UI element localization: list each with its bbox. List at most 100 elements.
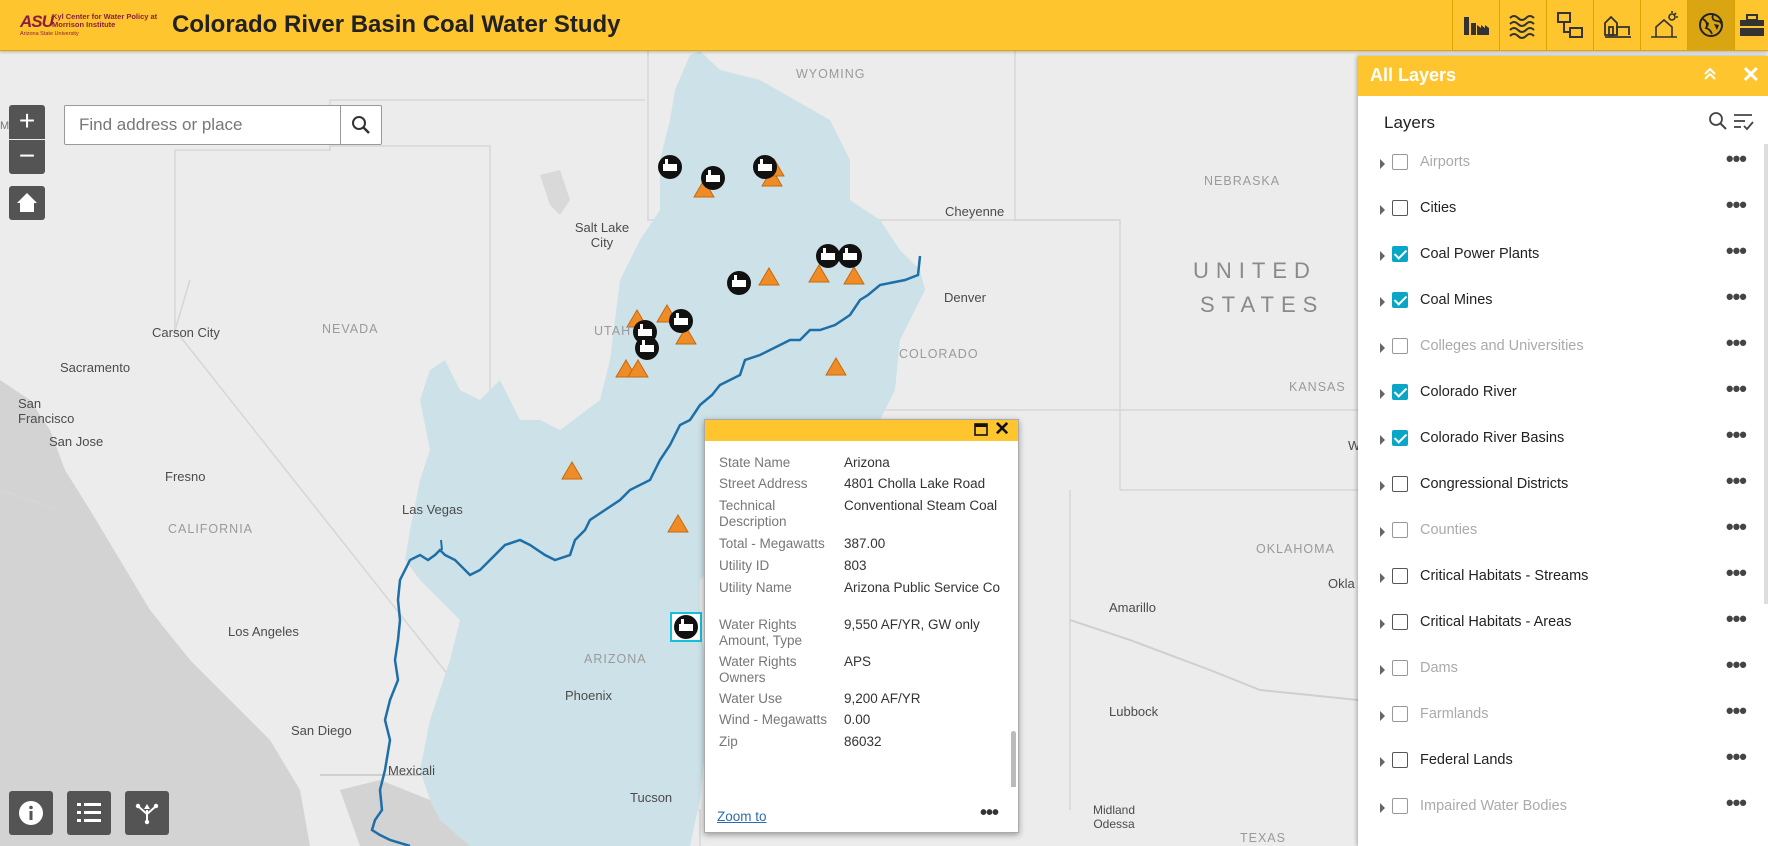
- layer-checkbox[interactable]: [1392, 338, 1408, 354]
- expand-caret-icon[interactable]: [1380, 435, 1385, 445]
- expand-caret-icon[interactable]: [1380, 297, 1385, 307]
- layer-options-button[interactable]: •••: [1726, 240, 1747, 262]
- layer-options-button[interactable]: •••: [1726, 700, 1747, 722]
- zoom-to-link[interactable]: Zoom to: [717, 809, 767, 824]
- close-icon[interactable]: ✕: [994, 420, 1010, 439]
- city-label: Lubbock: [1109, 704, 1159, 719]
- layer-options-button[interactable]: •••: [1726, 654, 1747, 676]
- layer-options-button[interactable]: •••: [1726, 470, 1747, 492]
- share-button[interactable]: [125, 791, 169, 835]
- zoom-in-button[interactable]: +: [9, 105, 45, 139]
- layer-item-impaired-water-bodies[interactable]: Impaired Water Bodies •••: [1358, 788, 1768, 834]
- expand-caret-icon[interactable]: [1380, 251, 1385, 261]
- search-input[interactable]: [65, 106, 327, 144]
- app-header: ASU Kyl Center for Water Policy at Morri…: [0, 0, 1768, 51]
- layer-checkbox[interactable]: [1392, 568, 1408, 584]
- maximize-icon[interactable]: [974, 423, 988, 436]
- layer-checkbox[interactable]: [1392, 522, 1408, 538]
- layer-options-button[interactable]: •••: [1726, 148, 1747, 170]
- expand-caret-icon[interactable]: [1380, 573, 1385, 583]
- layer-item-critical-habitats-streams[interactable]: Critical Habitats - Streams •••: [1358, 558, 1768, 604]
- layers-tool-button[interactable]: [1687, 0, 1734, 50]
- layer-item-colorado-river[interactable]: Colorado River •••: [1358, 374, 1768, 420]
- layer-item-dams[interactable]: Dams •••: [1358, 650, 1768, 696]
- layer-checkbox[interactable]: [1392, 614, 1408, 630]
- layer-item-colleges[interactable]: Colleges and Universities •••: [1358, 328, 1768, 374]
- layer-item-federal-lands[interactable]: Federal Lands •••: [1358, 742, 1768, 788]
- layer-checkbox[interactable]: [1392, 246, 1408, 262]
- layer-item-coal-mines[interactable]: Coal Mines •••: [1358, 282, 1768, 328]
- collapse-icon[interactable]: [1702, 66, 1718, 82]
- search-button[interactable]: [340, 106, 381, 144]
- layer-checkbox[interactable]: [1392, 200, 1408, 216]
- layer-checkbox[interactable]: [1392, 154, 1408, 170]
- layer-item-counties[interactable]: Counties •••: [1358, 512, 1768, 558]
- layer-item-airports[interactable]: Airports •••: [1358, 144, 1768, 190]
- field-value: 803: [844, 558, 867, 573]
- zoom-out-button[interactable]: −: [9, 140, 45, 174]
- about-button[interactable]: [9, 791, 53, 835]
- layer-item-colorado-river-basins[interactable]: Colorado River Basins •••: [1358, 420, 1768, 466]
- info-icon: [19, 801, 43, 825]
- plus-icon: +: [18, 105, 36, 136]
- close-icon[interactable]: ✕: [1742, 62, 1760, 88]
- layer-checkbox[interactable]: [1392, 752, 1408, 768]
- globe-layers-icon: [1699, 13, 1723, 37]
- search-icon: [352, 116, 370, 134]
- layer-options-button[interactable]: •••: [1726, 424, 1747, 446]
- layer-checkbox[interactable]: [1392, 430, 1408, 446]
- expand-caret-icon[interactable]: [1380, 757, 1385, 767]
- layer-item-farmlands[interactable]: Farmlands •••: [1358, 696, 1768, 742]
- expand-caret-icon[interactable]: [1380, 527, 1385, 537]
- expand-caret-icon[interactable]: [1380, 343, 1385, 353]
- layer-checkbox[interactable]: [1392, 660, 1408, 676]
- expand-caret-icon[interactable]: [1380, 159, 1385, 169]
- expand-caret-icon[interactable]: [1380, 205, 1385, 215]
- layer-name: Farmlands: [1420, 706, 1489, 722]
- layer-options-button[interactable]: •••: [1726, 516, 1747, 538]
- expand-caret-icon[interactable]: [1380, 481, 1385, 491]
- share-icon: [135, 803, 159, 825]
- layer-checkbox[interactable]: [1392, 798, 1408, 814]
- layer-checkbox[interactable]: [1392, 476, 1408, 492]
- legend-button[interactable]: [67, 791, 111, 835]
- expand-caret-icon[interactable]: [1380, 803, 1385, 813]
- coal-power-plant-tool-button[interactable]: [1452, 0, 1499, 50]
- layer-options-button[interactable]: •••: [1726, 194, 1747, 216]
- toolbox-tool-button[interactable]: [1734, 0, 1768, 50]
- layer-options-button[interactable]: •••: [1726, 332, 1747, 354]
- layer-checkbox[interactable]: [1392, 706, 1408, 722]
- flow-tool-button[interactable]: [1546, 0, 1593, 50]
- city-label: Amarillo: [1109, 600, 1156, 615]
- popup-header: ✕: [705, 420, 1018, 441]
- layer-checkbox[interactable]: [1392, 292, 1408, 308]
- expand-caret-icon[interactable]: [1380, 389, 1385, 399]
- expand-caret-icon[interactable]: [1380, 711, 1385, 721]
- search-icon[interactable]: [1708, 111, 1728, 131]
- layer-options-button[interactable]: •••: [1726, 792, 1747, 814]
- layer-options-button[interactable]: •••: [1726, 378, 1747, 400]
- layer-options-button[interactable]: •••: [1726, 608, 1747, 630]
- more-actions-button[interactable]: •••: [980, 802, 999, 825]
- city-label: Mexicali: [388, 763, 435, 778]
- home-button[interactable]: [9, 186, 45, 220]
- layer-item-coal-power-plants[interactable]: Coal Power Plants •••: [1358, 236, 1768, 282]
- expand-caret-icon[interactable]: [1380, 665, 1385, 675]
- popup-scrollbar[interactable]: [1011, 731, 1016, 787]
- layer-options-button[interactable]: •••: [1726, 286, 1747, 308]
- water-tool-button[interactable]: [1499, 0, 1546, 50]
- layers-scrollbar[interactable]: [1764, 144, 1768, 604]
- filter-list-icon[interactable]: [1732, 112, 1754, 132]
- drought-tool-button[interactable]: [1640, 0, 1687, 50]
- layer-item-congressional-districts[interactable]: Congressional Districts •••: [1358, 466, 1768, 512]
- layer-options-button[interactable]: •••: [1726, 562, 1747, 584]
- farm-icon: [1604, 15, 1631, 38]
- asu-logo[interactable]: ASU Kyl Center for Water Policy at Morri…: [20, 12, 157, 38]
- layer-item-critical-habitats-areas[interactable]: Critical Habitats - Areas •••: [1358, 604, 1768, 650]
- layer-item-cities[interactable]: Cities •••: [1358, 190, 1768, 236]
- layer-options-button[interactable]: •••: [1726, 746, 1747, 768]
- city-label: Okla: [1328, 576, 1355, 591]
- expand-caret-icon[interactable]: [1380, 619, 1385, 629]
- farm-tool-button[interactable]: [1593, 0, 1640, 50]
- layer-checkbox[interactable]: [1392, 384, 1408, 400]
